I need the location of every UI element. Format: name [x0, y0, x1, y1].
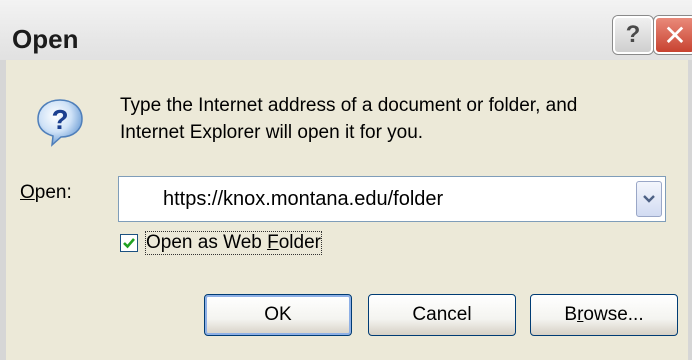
- help-button[interactable]: ?: [613, 16, 653, 54]
- web-folder-checkbox[interactable]: [120, 234, 138, 252]
- browse-label-start: B: [564, 304, 578, 325]
- web-folder-label-start: Open as Web: [146, 232, 268, 253]
- open-dialog: Open ? ✕ ? Type the Internet address of …: [0, 0, 692, 360]
- browse-label-end: owse...: [583, 304, 644, 325]
- address-combobox[interactable]: https://knox.montana.edu/folder: [118, 176, 666, 222]
- address-input[interactable]: https://knox.montana.edu/folder: [163, 188, 443, 211]
- question-bubble-icon: ?: [37, 99, 83, 147]
- web-folder-label-mnemonic: F: [267, 232, 279, 253]
- open-label-mnemonic: O: [20, 182, 35, 203]
- open-label-rest: pen:: [34, 182, 72, 203]
- message-line-1: Type the Internet address of a document …: [120, 95, 578, 116]
- message-line-2: Internet Explorer will open it for you.: [120, 122, 424, 143]
- browse-button[interactable]: Br owse...: [530, 294, 678, 336]
- cancel-button[interactable]: Cancel: [368, 294, 516, 336]
- dialog-title: Open: [12, 24, 79, 54]
- help-icon: ?: [625, 21, 641, 48]
- svg-text:?: ?: [51, 104, 68, 135]
- window-border-left: [0, 60, 6, 360]
- window-border-right: [688, 60, 692, 360]
- open-field-label: Open:: [20, 182, 72, 204]
- close-icon: ✕: [663, 19, 687, 51]
- ok-button[interactable]: OK: [204, 294, 352, 336]
- web-folder-label[interactable]: Open as Web Folder: [145, 231, 322, 255]
- web-folder-label-end: older: [278, 232, 321, 253]
- checkmark-icon: [123, 238, 135, 249]
- close-button[interactable]: ✕: [654, 16, 692, 54]
- dialog-message: Type the Internet address of a document …: [120, 92, 680, 146]
- chevron-down-icon: [643, 195, 655, 203]
- address-dropdown-button[interactable]: [636, 181, 662, 217]
